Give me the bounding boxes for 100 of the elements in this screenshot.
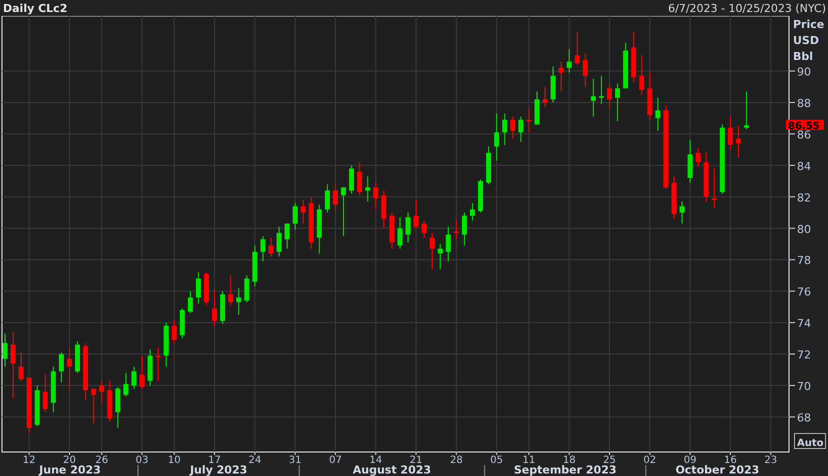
candlestick bbox=[284, 224, 290, 249]
candlestick bbox=[389, 212, 394, 249]
candlestick bbox=[720, 124, 725, 194]
y-axis-label: 78 bbox=[797, 254, 811, 268]
candlestick bbox=[188, 291, 193, 314]
candlestick bbox=[349, 165, 354, 194]
candlestick bbox=[414, 200, 419, 228]
candlestick bbox=[18, 352, 24, 381]
candlestick bbox=[566, 49, 572, 73]
candlestick bbox=[478, 180, 484, 213]
x-axis-label: 28 bbox=[450, 455, 463, 466]
candlestick bbox=[276, 226, 282, 257]
y-axis-label: 90 bbox=[797, 66, 811, 79]
month-label: July 2023 bbox=[190, 464, 248, 476]
candlestick bbox=[107, 380, 112, 422]
candlestick bbox=[131, 366, 136, 389]
candlestick bbox=[164, 322, 169, 367]
x-axis-label: 02 bbox=[643, 455, 656, 466]
candlestick bbox=[260, 236, 266, 262]
axis-unit-label: USD bbox=[793, 34, 819, 47]
candlestick bbox=[308, 196, 314, 249]
candlestick bbox=[66, 348, 72, 389]
candlestick bbox=[212, 290, 218, 326]
candlestick bbox=[486, 146, 492, 184]
candlestick bbox=[228, 275, 234, 306]
candlestick bbox=[140, 356, 144, 389]
x-axis-label: 31 bbox=[288, 455, 302, 466]
x-axis-label: 12 bbox=[22, 455, 36, 466]
candlestick bbox=[357, 162, 362, 196]
x-axis-label: 11 bbox=[522, 455, 536, 466]
x-axis-label: 10 bbox=[168, 455, 181, 466]
candlestick bbox=[75, 341, 80, 373]
candlestick bbox=[381, 190, 386, 228]
candlestick bbox=[446, 226, 451, 262]
y-axis-label: 74 bbox=[797, 317, 811, 330]
candlestick bbox=[574, 32, 580, 65]
candlestick bbox=[204, 272, 209, 306]
candlestick bbox=[696, 148, 701, 167]
y-axis-label: 76 bbox=[797, 286, 811, 299]
candlestick bbox=[462, 212, 467, 246]
candlestick bbox=[91, 388, 96, 424]
y-axis-label: 80 bbox=[797, 222, 811, 236]
candlestick bbox=[268, 238, 274, 257]
month-label: June 2023 bbox=[39, 464, 101, 476]
candlestick bbox=[58, 352, 64, 382]
candlestick bbox=[172, 319, 177, 344]
y-axis-label: 84 bbox=[797, 160, 811, 173]
y-axis-label: 88 bbox=[797, 96, 811, 110]
x-axis-label: 09 bbox=[684, 455, 696, 466]
x-axis-label: 03 bbox=[136, 455, 148, 466]
x-axis-label: 14 bbox=[369, 455, 382, 466]
candlestick bbox=[623, 42, 628, 88]
x-axis-label: 16 bbox=[724, 455, 737, 466]
candlestick bbox=[115, 387, 120, 428]
candlestick bbox=[510, 116, 516, 139]
x-axis-label: 24 bbox=[248, 455, 262, 466]
candlestick bbox=[397, 217, 402, 249]
y-axis-label: 70 bbox=[797, 380, 811, 393]
candlestick bbox=[744, 91, 750, 130]
candlestick bbox=[244, 275, 250, 302]
candlestick bbox=[83, 343, 88, 400]
candlestick bbox=[42, 374, 48, 412]
month-label: September 2023 bbox=[514, 464, 617, 476]
candlestick bbox=[647, 72, 652, 120]
candlestick bbox=[655, 98, 660, 131]
axis-unit-label: Price bbox=[793, 18, 824, 31]
month-label: August 2023 bbox=[352, 464, 432, 476]
month-label: October 2023 bbox=[675, 464, 760, 476]
y-axis-label: 82 bbox=[797, 191, 811, 204]
candlestick bbox=[550, 66, 556, 102]
candlestick bbox=[300, 200, 306, 224]
candlestick bbox=[292, 203, 298, 230]
x-axis-label: 23 bbox=[764, 455, 778, 466]
candlestick bbox=[236, 288, 242, 315]
candlestick bbox=[220, 291, 226, 324]
x-axis-label: 25 bbox=[603, 455, 616, 466]
auto-scale-button[interactable]: Auto bbox=[794, 433, 826, 449]
candlestick bbox=[123, 372, 128, 396]
candlestick bbox=[341, 187, 346, 236]
x-axis-label: 05 bbox=[490, 455, 504, 466]
candlestick bbox=[526, 108, 532, 132]
x-axis-label: 18 bbox=[562, 455, 576, 466]
x-axis-label: 07 bbox=[329, 455, 342, 466]
candlestick bbox=[598, 76, 604, 104]
x-axis-label: 26 bbox=[95, 455, 108, 466]
candlestick bbox=[26, 378, 32, 433]
candlestick bbox=[712, 168, 717, 208]
candlestick bbox=[534, 91, 540, 124]
x-axis-label: 20 bbox=[63, 455, 76, 466]
candlestick bbox=[148, 349, 153, 386]
chart-title: Daily CLc2 bbox=[3, 2, 68, 14]
candlestick bbox=[34, 386, 40, 426]
date-range: 6/7/2023 - 10/25/2023 (NYC) bbox=[668, 2, 826, 14]
y-axis-label: 68 bbox=[797, 411, 811, 424]
x-axis-label: 17 bbox=[208, 455, 221, 466]
axis-unit-label: Bbl bbox=[793, 50, 814, 63]
x-axis-label: 21 bbox=[410, 455, 422, 466]
y-axis-label: 72 bbox=[797, 348, 811, 362]
candlestick bbox=[518, 116, 524, 142]
candlestick bbox=[180, 308, 185, 338]
